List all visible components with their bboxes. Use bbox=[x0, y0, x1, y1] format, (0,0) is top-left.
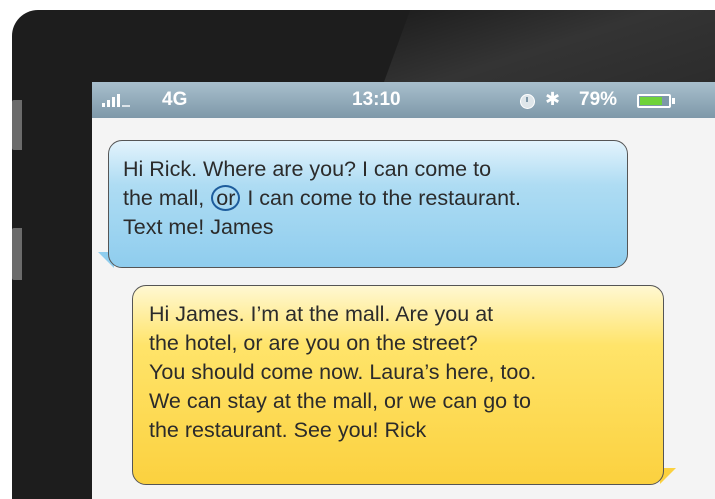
phone-frame: 4G 13:10 ✱ 79% Hi Rick. Where are you? I… bbox=[12, 10, 715, 499]
message-line: We can stay at the mall, or we can go to bbox=[149, 389, 532, 413]
message-screen: 4G 13:10 ✱ 79% Hi Rick. Where are you? I… bbox=[92, 82, 715, 499]
message-line: the hotel, or are you on the street? bbox=[149, 331, 478, 355]
message-line: You should come now. Laura’s here, too. bbox=[149, 360, 537, 384]
circled-word-or: or bbox=[211, 185, 241, 211]
bluetooth-icon: ✱ bbox=[545, 89, 561, 109]
battery-fill bbox=[640, 97, 662, 105]
message-bubble-rick: Hi James. I’m at the mall. Are you at th… bbox=[132, 285, 664, 485]
message-bubble-james: Hi Rick. Where are you? I can come to th… bbox=[108, 140, 628, 268]
clock: 13:10 bbox=[352, 89, 401, 110]
message-line: the mall, or I can come to the restauran… bbox=[123, 185, 522, 211]
alarm-icon bbox=[520, 94, 535, 109]
status-bar: 4G 13:10 ✱ 79% bbox=[92, 82, 715, 118]
message-line: the restaurant. See you! Rick bbox=[149, 418, 427, 442]
volume-down-button bbox=[12, 228, 22, 280]
battery-icon bbox=[637, 94, 671, 108]
message-line: Text me! James bbox=[123, 215, 274, 239]
volume-up-button bbox=[12, 100, 22, 150]
battery-tip bbox=[672, 98, 675, 104]
signal-icon bbox=[102, 93, 130, 107]
battery-percent: 79% bbox=[579, 89, 618, 110]
message-line: Hi Rick. Where are you? I can come to bbox=[123, 157, 492, 181]
message-line: Hi James. I’m at the mall. Are you at bbox=[149, 302, 494, 326]
network-label: 4G bbox=[162, 89, 188, 110]
